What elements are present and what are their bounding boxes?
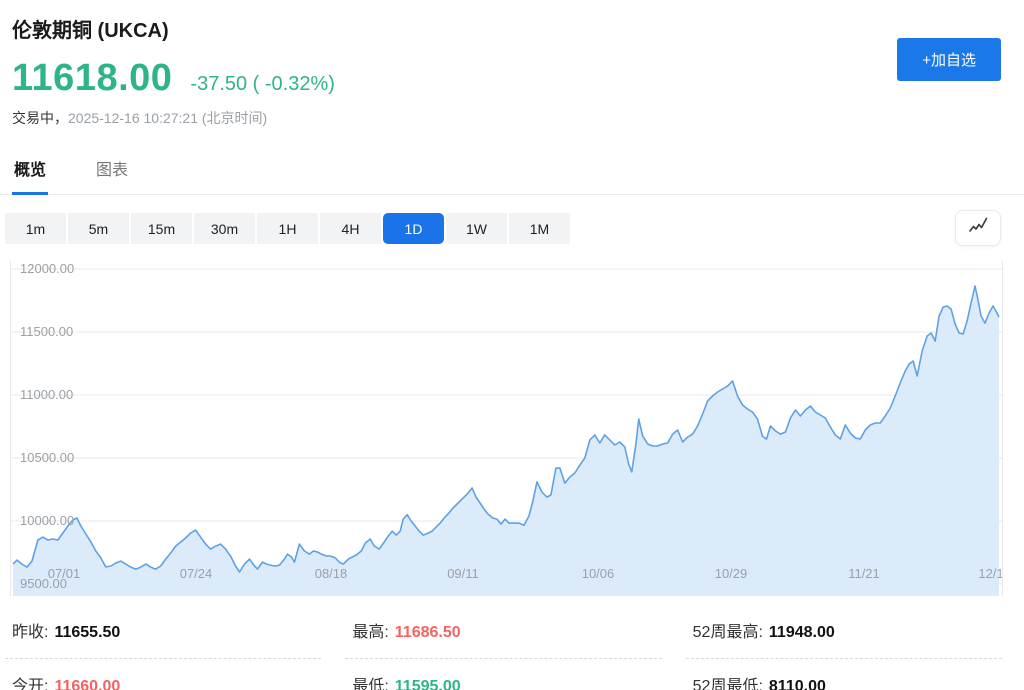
quote-stats: 昨收: 11655.50 最高: 11686.50 52周最高: 11948.00 今开: 1… (5, 614, 1002, 690)
x-axis-tick: 08/18 (309, 566, 353, 581)
y-axis-tick: 12000.00 (20, 261, 74, 277)
stat-label: 最高: (352, 624, 388, 641)
timeframe-1m[interactable]: 1m (5, 213, 66, 244)
instrument-title: 伦敦期铜 (UKCA) (12, 14, 1001, 43)
y-axis-tick: 10000.00 (20, 513, 74, 529)
timeframe-30m[interactable]: 30m (194, 213, 255, 244)
chart-type-button[interactable] (955, 210, 1001, 246)
x-axis-tick: 07/01 (42, 566, 86, 581)
trend-line-icon (966, 214, 990, 243)
stat-item: 52周最低: 8110.00 (686, 668, 1002, 690)
x-axis-tick: 07/24 (174, 566, 218, 581)
timeframe-15m[interactable]: 15m (131, 213, 192, 244)
tab-chart[interactable]: 图表 (94, 150, 130, 194)
quote-timestamp: 2025-12-16 10:27:21 (北京时间) (68, 110, 267, 126)
price-chart[interactable]: 12000.00 11500.00 11000.00 10500.00 10000.00… (10, 261, 1003, 596)
x-axis-tick: 09/11 (441, 566, 485, 581)
stat-label: 最低: (352, 678, 388, 690)
timeframe-4h[interactable]: 4H (320, 213, 381, 244)
stat-item: 最低: 11595.00 (345, 668, 661, 690)
area-chart-canvas (11, 261, 1002, 596)
timeframe-5m[interactable]: 5m (68, 213, 129, 244)
stat-item: 昨收: 11655.50 (5, 614, 321, 659)
market-status: 交易中，2025-12-16 10:27:21 (北京时间) (12, 108, 1001, 128)
x-axis-tick: 10/29 (709, 566, 753, 581)
add-watchlist-button[interactable]: +加自选 (897, 38, 1001, 81)
trading-state: 交易中， (12, 110, 68, 126)
stat-value: 11595.00 (395, 678, 461, 690)
y-axis-tick: 11000.00 (20, 387, 73, 403)
view-tabs: 概览 图表 (0, 150, 1024, 195)
y-axis-tick: 10500.00 (20, 450, 74, 466)
price-change: -37.50 ( -0.32%) (190, 73, 335, 96)
stat-label: 52周最高: (693, 624, 763, 641)
stat-label: 昨收: (12, 624, 48, 641)
timeframe-1w[interactable]: 1W (446, 213, 507, 244)
instrument-header: 伦敦期铜 (UKCA) 11618.00 -37.50 ( -0.32%) 交易… (0, 0, 1024, 128)
price-row: 11618.00 -37.50 ( -0.32%) (12, 57, 1001, 100)
timeframe-1d[interactable]: 1D (383, 213, 444, 244)
stat-value: 11948.00 (769, 624, 835, 641)
x-axis-tick: 12/1 (969, 566, 1003, 581)
x-axis-tick: 11/21 (842, 566, 886, 581)
stat-value: 8110.00 (769, 678, 826, 690)
stat-item: 52周最高: 11948.00 (686, 614, 1002, 659)
last-price: 11618.00 (12, 57, 172, 100)
stat-label: 52周最低: (693, 678, 763, 690)
stat-value: 11655.50 (54, 624, 120, 641)
stat-value: 11686.50 (395, 624, 461, 641)
stat-value: 11660.00 (54, 678, 120, 690)
x-axis-tick: 10/06 (576, 566, 620, 581)
y-axis-tick: 11500.00 (20, 324, 73, 340)
tab-overview[interactable]: 概览 (12, 150, 48, 195)
chart-toolbar: 1m 5m 15m 30m 1H 4H 1D 1W 1M (5, 210, 1001, 246)
timeframe-1m-month[interactable]: 1M (509, 213, 570, 244)
stat-item: 最高: 11686.50 (345, 614, 661, 659)
stat-item: 今开: 11660.00 (5, 668, 321, 690)
timeframe-1h[interactable]: 1H (257, 213, 318, 244)
stat-label: 今开: (12, 678, 48, 690)
timeframe-group: 1m 5m 15m 30m 1H 4H 1D 1W 1M (5, 210, 1001, 244)
